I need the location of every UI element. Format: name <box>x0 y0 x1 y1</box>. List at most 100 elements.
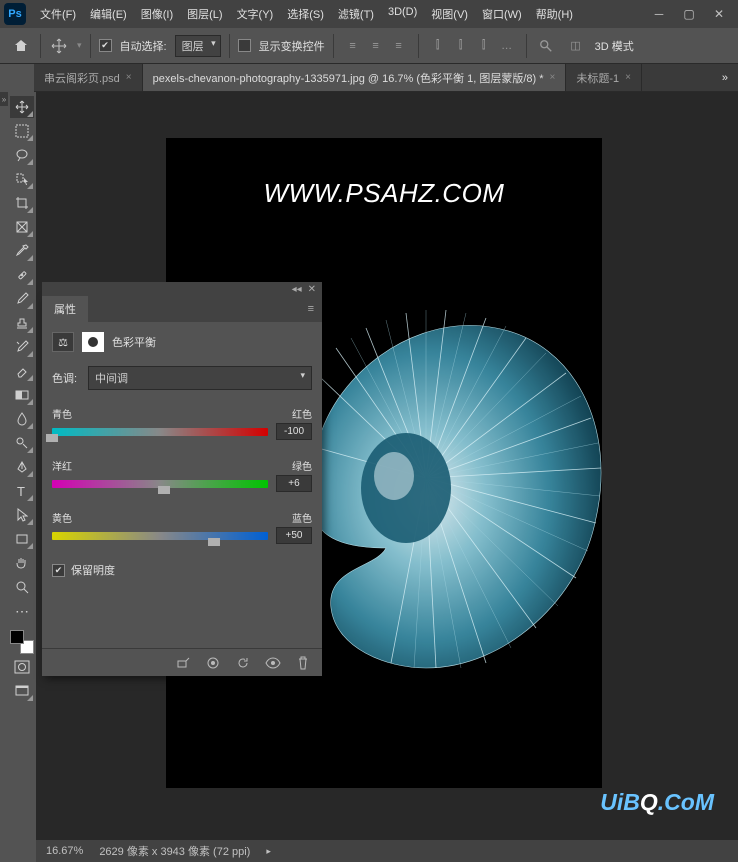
document-tab[interactable]: 未标题-1 × <box>566 64 642 91</box>
reset-icon[interactable] <box>234 654 252 672</box>
frame-tool[interactable] <box>10 216 34 238</box>
blur-tool[interactable] <box>10 408 34 430</box>
view-previous-icon[interactable] <box>204 654 222 672</box>
quick-select-tool[interactable] <box>10 168 34 190</box>
menu-图像(I)[interactable]: 图像(I) <box>135 2 179 26</box>
slider-value[interactable]: -100 <box>276 423 312 440</box>
tab-close-icon[interactable]: × <box>625 72 631 83</box>
menu-视图(V)[interactable]: 视图(V) <box>425 2 474 26</box>
crop-tool[interactable] <box>10 192 34 214</box>
history-brush-tool[interactable] <box>10 336 34 358</box>
eraser-tool[interactable] <box>10 360 34 382</box>
app-logo: Ps <box>4 3 26 25</box>
menu-窗口(W)[interactable]: 窗口(W) <box>476 2 528 26</box>
home-icon[interactable] <box>10 35 32 57</box>
slider-row-1: 洋红绿色 +6 <box>52 458 312 492</box>
layer-mask-icon[interactable] <box>82 332 104 352</box>
auto-select-checkbox[interactable]: ✔ <box>99 39 112 52</box>
document-text-layer: WWW.PSAHZ.COM <box>166 178 602 209</box>
menu-图层(L)[interactable]: 图层(L) <box>181 2 228 26</box>
pen-tool[interactable] <box>10 456 34 478</box>
menu-帮助(H)[interactable]: 帮助(H) <box>530 2 579 26</box>
slider-track[interactable] <box>52 532 268 540</box>
type-tool[interactable]: T <box>10 480 34 502</box>
hand-tool[interactable] <box>10 552 34 574</box>
move-tool[interactable] <box>10 96 34 118</box>
menu-滤镜(T)[interactable]: 滤镜(T) <box>332 2 380 26</box>
panel-collapse-bar[interactable]: ◂◂✕ <box>42 282 322 296</box>
slider-handle[interactable] <box>208 538 220 546</box>
watermark: UiBQ.CoM <box>600 789 714 816</box>
document-tab[interactable]: 串云阁彩页.psd × <box>34 64 143 91</box>
dist-1-icon[interactable]: ⫿ <box>427 35 449 57</box>
menu-选择(S)[interactable]: 选择(S) <box>281 2 330 26</box>
zoom-tool[interactable] <box>10 576 34 598</box>
tabs-overflow-icon[interactable]: » <box>712 64 738 91</box>
document-tab[interactable]: pexels-chevanon-photography-1335971.jpg … <box>143 64 567 91</box>
zoom-level[interactable]: 16.67% <box>46 845 83 857</box>
move-tool-icon <box>49 37 69 55</box>
shape-tool[interactable] <box>10 528 34 550</box>
gradient-tool[interactable] <box>10 384 34 406</box>
title-bar: Ps 文件(F)编辑(E)图像(I)图层(L)文字(Y)选择(S)滤镜(T)3D… <box>0 0 738 28</box>
tone-dropdown[interactable]: 中间调 <box>88 366 312 390</box>
marquee-tool[interactable] <box>10 120 34 142</box>
preserve-luminosity-label: 保留明度 <box>71 562 115 578</box>
dist-3-icon[interactable]: ⫿ <box>473 35 495 57</box>
slider-handle[interactable] <box>158 486 170 494</box>
path-select-tool[interactable] <box>10 504 34 526</box>
dist-2-icon[interactable]: ⫿ <box>450 35 472 57</box>
panel-menu-icon[interactable]: ≡ <box>300 303 322 315</box>
tab-label: 未标题-1 <box>576 70 619 86</box>
visibility-icon[interactable] <box>264 654 282 672</box>
tab-close-icon[interactable]: × <box>550 72 556 83</box>
minimize-button[interactable]: ─ <box>644 4 674 24</box>
slider-track[interactable] <box>52 428 268 436</box>
slider-right-label: 绿色 <box>292 458 312 473</box>
lasso-tool[interactable] <box>10 144 34 166</box>
slider-right-label: 红色 <box>292 406 312 421</box>
panel-tab-properties[interactable]: 属性 <box>42 296 88 322</box>
mode3d-cube-icon[interactable]: ◫ <box>565 35 587 57</box>
show-transform-label: 显示变换控件 <box>259 38 325 54</box>
slider-left-label: 黄色 <box>52 510 72 525</box>
align-left-icon[interactable]: ≡ <box>342 35 364 57</box>
quick-mask-icon[interactable] <box>10 656 34 678</box>
slider-value[interactable]: +6 <box>276 475 312 492</box>
eyedropper-tool[interactable] <box>10 240 34 262</box>
menu-3D(D)[interactable]: 3D(D) <box>382 2 423 26</box>
svg-text:T: T <box>17 484 25 498</box>
dodge-tool[interactable] <box>10 432 34 454</box>
show-transform-checkbox[interactable] <box>238 39 251 52</box>
maximize-button[interactable]: ▢ <box>674 4 704 24</box>
menu-编辑(E)[interactable]: 编辑(E) <box>84 2 133 26</box>
tab-label: 串云阁彩页.psd <box>44 70 120 86</box>
tools-panel: T ⋯ <box>8 92 36 706</box>
slider-row-2: 黄色蓝色 +50 <box>52 510 312 544</box>
slider-value[interactable]: +50 <box>276 527 312 544</box>
healing-tool[interactable] <box>10 264 34 286</box>
trash-icon[interactable] <box>294 654 312 672</box>
clip-icon[interactable] <box>174 654 192 672</box>
close-button[interactable]: ✕ <box>704 4 734 24</box>
color-swatch[interactable] <box>10 630 34 654</box>
screen-mode-icon[interactable] <box>10 680 34 702</box>
distribute-group: ⫿ ⫿ ⫿ … <box>427 35 518 57</box>
slider-track[interactable] <box>52 480 268 488</box>
auto-select-dropdown[interactable]: 图层 <box>175 35 221 57</box>
edit-toolbar[interactable]: ⋯ <box>10 600 34 622</box>
more-icon[interactable]: … <box>496 35 518 57</box>
preserve-luminosity-checkbox[interactable]: ✔ <box>52 564 65 577</box>
search-icon[interactable] <box>535 35 557 57</box>
brush-tool[interactable] <box>10 288 34 310</box>
status-chevron-icon[interactable]: ▸ <box>266 846 271 857</box>
tab-close-icon[interactable]: × <box>126 72 132 83</box>
align-center-icon[interactable]: ≡ <box>365 35 387 57</box>
dock-collapse-icon[interactable]: » <box>0 92 8 106</box>
align-right-icon[interactable]: ≡ <box>388 35 410 57</box>
stamp-tool[interactable] <box>10 312 34 334</box>
menu-文字(Y)[interactable]: 文字(Y) <box>231 2 280 26</box>
slider-handle[interactable] <box>46 434 58 442</box>
document-image-layer <box>276 268 602 688</box>
menu-文件(F)[interactable]: 文件(F) <box>34 2 82 26</box>
